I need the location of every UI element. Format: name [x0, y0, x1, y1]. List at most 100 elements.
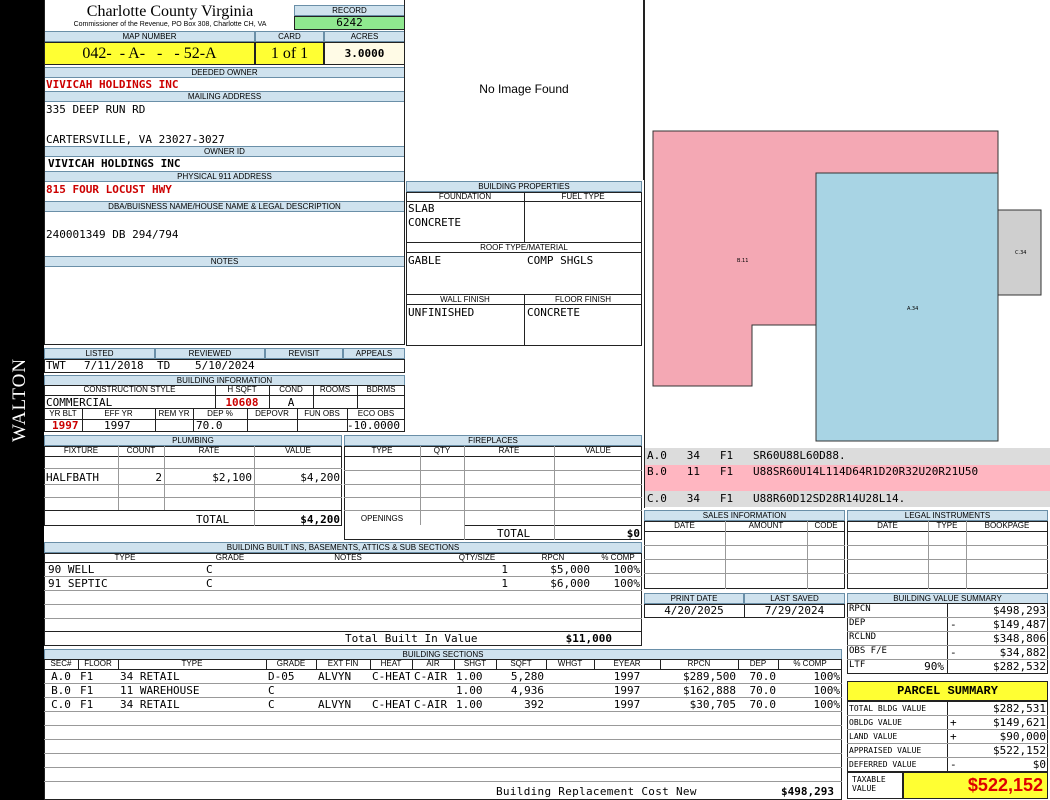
- section-1-dep: 70.0: [749, 670, 777, 683]
- record-number: 6242: [294, 16, 405, 30]
- sales-info-title: SALES INFORMATION: [644, 510, 845, 521]
- mailing-address-line1: 335 DEEP RUN RD: [46, 103, 146, 116]
- fireplace-rate-header: RATE: [498, 446, 520, 455]
- map-number-label: MAP NUMBER: [44, 31, 255, 42]
- dba-legal-label: DBA/BUISNESS NAME/HOUSE NAME & LEGAL DES…: [44, 201, 405, 212]
- legal-type-header: TYPE: [936, 521, 958, 530]
- card-label: CARD: [255, 31, 324, 42]
- obs-fe-label: OBS F/E: [849, 646, 887, 656]
- section-header-grade: GRADE: [276, 659, 306, 668]
- plumbing-title: PLUMBING: [44, 435, 342, 446]
- taxable-value-label: TAXABLE VALUE: [847, 772, 903, 799]
- acres-value: 3.0000: [324, 42, 405, 65]
- section-1-rpcn: $289,500: [683, 670, 736, 683]
- fireplace-total-label: TOTAL: [497, 527, 531, 540]
- section-3-comp: 100%: [813, 698, 841, 711]
- legal-description: 240001349 DB 294/794: [46, 228, 179, 241]
- owner-id: VIVICAH HOLDINGS INC: [48, 157, 181, 170]
- section-2-dep: 70.0: [749, 684, 777, 697]
- revisit-label: REVISIT: [265, 348, 343, 359]
- no-image-text: No Image Found: [479, 82, 569, 96]
- obldg-value: $149,621: [993, 716, 1046, 729]
- section-1-floor: F1: [80, 670, 94, 683]
- card-number: 1 of 1: [255, 42, 324, 65]
- plumbing-fixture: HALFBATH: [46, 471, 99, 484]
- builtin-1-type: 90 WELL: [48, 563, 95, 576]
- sales-code-header: CODE: [814, 521, 838, 530]
- section-header-type: TYPE: [181, 659, 203, 668]
- section-2-floor: F1: [80, 684, 94, 697]
- parcel-summary-title: PARCEL SUMMARY: [847, 681, 1048, 701]
- reviewed-by: TD: [157, 359, 171, 372]
- legal-instruments-title: LEGAL INSTRUMENTS: [847, 510, 1048, 521]
- section-1-air: C-AIR: [414, 670, 448, 683]
- section-header-floor: FLOOR: [84, 659, 112, 668]
- district-name: WALTON: [9, 357, 30, 443]
- print-date-label: PRINT DATE: [644, 593, 744, 604]
- floor-finish: CONCRETE: [527, 306, 580, 319]
- builtin-1-qty: 1: [501, 563, 508, 576]
- foundation-1: SLAB: [408, 202, 435, 215]
- section-header-whgt: WHGT: [557, 659, 583, 668]
- section-2-sec: B.0: [51, 684, 71, 697]
- legal-date-header: DATE: [877, 521, 898, 530]
- sketch-vectors: A.0 34 F1 SR60U88L60D88. B.0 11 F1 U88SR…: [644, 448, 1050, 508]
- rpcn-value: $498,293: [993, 604, 1046, 617]
- builtins-total-label: Total Built In Value: [345, 632, 478, 645]
- obs-fe-value: $34,882: [999, 646, 1046, 659]
- physical-address-label: PHYSICAL 911 ADDRESS: [44, 171, 405, 182]
- wall-finish: UNFINISHED: [408, 306, 475, 319]
- section-header-air: AIR: [426, 659, 440, 668]
- sales-date-header: DATE: [674, 521, 695, 530]
- section-header-eyear: EYEAR: [613, 659, 641, 668]
- section-3-air: C-AIR: [414, 698, 448, 711]
- section-2-eyear: 1997: [613, 684, 641, 697]
- section-3-heat: C-HEAT: [372, 698, 410, 711]
- fireplaces-title: FIREPLACES: [344, 435, 642, 446]
- fireplace-qty-header: QTY: [433, 446, 451, 455]
- listed-label: LISTED: [44, 348, 155, 359]
- builtin-1-grade: C: [206, 563, 213, 576]
- plumbing-count: 2: [155, 471, 162, 484]
- map-number: 042- - A- - - 52-A: [44, 42, 255, 65]
- plumbing-value: $4,200: [300, 471, 340, 484]
- builtin-2-comp: 100%: [613, 577, 641, 590]
- section-1-sqft: 5,280: [510, 670, 544, 683]
- builtin-2-qty: 1: [501, 577, 508, 590]
- mailing-address-line2: CARTERSVILLE, VA 23027-3027: [46, 133, 225, 146]
- section-3-sec: C.0: [51, 698, 71, 711]
- plumbing-count-header: COUNT: [126, 446, 156, 455]
- dep-summary-label: DEP: [849, 618, 866, 628]
- section-2-type: 11 WAREHOUSE: [120, 684, 200, 697]
- plumbing-rate-header: RATE: [198, 446, 220, 455]
- sketch-label-b: B.11: [737, 258, 748, 264]
- rclnd-label: RCLND: [849, 632, 877, 642]
- ltf-value: $282,532: [993, 660, 1046, 673]
- section-3-shgt: 1.00: [456, 698, 483, 711]
- reviewed-label: REVIEWED: [155, 348, 265, 359]
- property-image: No Image Found: [405, 0, 644, 180]
- ltf-label: LTF: [849, 660, 866, 670]
- sales-amount-header: AMOUNT: [748, 521, 784, 530]
- record-label: RECORD: [294, 5, 405, 16]
- section-2-comp: 100%: [813, 684, 841, 697]
- dep-summary-value: $149,487: [993, 618, 1046, 631]
- section-2-shgt: 1.00: [456, 684, 483, 697]
- notes-label: NOTES: [44, 256, 405, 267]
- county-title: Charlotte County Virginia: [86, 3, 254, 20]
- listed-by: TWT: [46, 359, 66, 372]
- mailing-address-label: MAILING ADDRESS: [44, 91, 405, 102]
- legal-bookpage-header: BOOKPAGE: [984, 521, 1030, 530]
- land-value: $90,000: [999, 730, 1046, 743]
- section-2-grade: C: [268, 684, 275, 697]
- vector-row-a: A.0 34 F1 SR60U88L60D88.: [645, 448, 1050, 465]
- fireplace-value-header: VALUE: [585, 446, 611, 455]
- builtin-2-grade: C: [206, 577, 213, 590]
- section-3-sqft: 392: [524, 698, 544, 711]
- section-3-floor: F1: [80, 698, 94, 711]
- section-1-grade: D-05: [268, 670, 295, 683]
- builtin-1-comp: 100%: [613, 563, 641, 576]
- section-3-type: 34 RETAIL: [120, 698, 180, 711]
- foundation-2: CONCRETE: [408, 216, 461, 229]
- deferred-value-label: DEFERRED VALUE: [849, 760, 917, 769]
